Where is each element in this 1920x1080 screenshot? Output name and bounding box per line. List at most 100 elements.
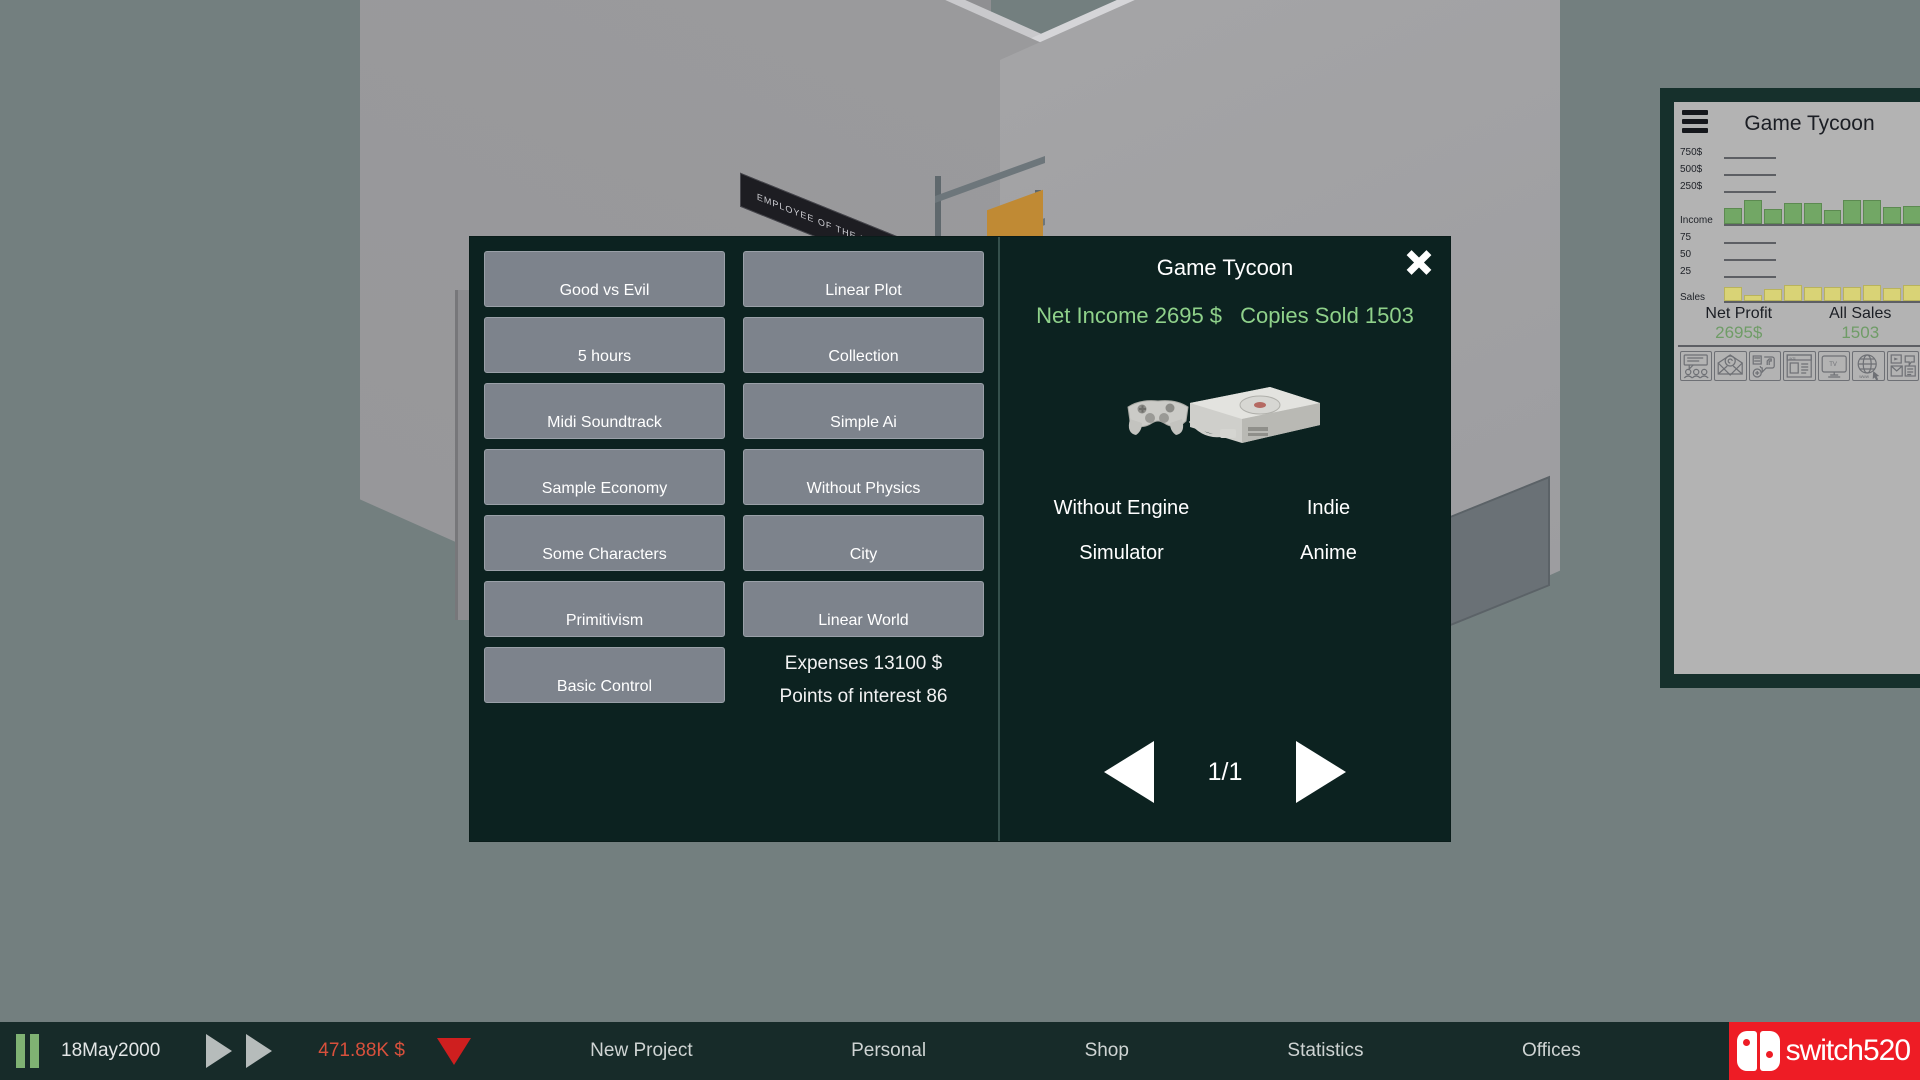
arrow-right-icon[interactable] [1296, 741, 1347, 803]
sales-bar [1843, 286, 1862, 301]
game-date: 18May2000 [61, 1040, 161, 1061]
feature-button-city[interactable]: City [743, 515, 984, 571]
net-profit-label: Net Profit [1705, 305, 1773, 322]
menu-item-new-project[interactable]: New Project [590, 1040, 692, 1062]
menu-item-shop[interactable]: Shop [1085, 1040, 1129, 1062]
svg-text:ads: ads [1789, 356, 1795, 361]
points-of-interest-label: Points of interest 86 [779, 686, 948, 708]
hamburger-icon[interactable] [1682, 110, 1708, 137]
copies-sold-value: Copies Sold 1503 [1240, 303, 1414, 328]
income-bar [1903, 206, 1920, 224]
game-features-panel: Good vs Evil Linear Plot 5 hours Collect… [470, 237, 1000, 841]
project-summary: Expenses 13100 $ Points of interest 86 [743, 647, 984, 714]
menu-item-personal[interactable]: Personal [851, 1040, 926, 1062]
switch520-watermark: switch520 [1728, 1022, 1920, 1080]
taskbar-menu: New Project Personal Shop Statistics Off… [471, 1040, 1920, 1062]
forum-icon[interactable] [1680, 351, 1713, 381]
media-campaign-icon[interactable] [1886, 351, 1919, 381]
feature-button-linear-world[interactable]: Linear World [743, 581, 984, 637]
fast-forward-icon[interactable] [246, 1034, 273, 1068]
money-balance: 471.88K $ [318, 1040, 405, 1061]
all-sales-value: 1503 [1841, 323, 1880, 342]
net-income-value: Net Income 2695 $ [1036, 303, 1223, 328]
feature-button-collection[interactable]: Collection [743, 317, 984, 373]
genre-simulator: Simulator [1079, 542, 1164, 564]
feature-button-5-hours[interactable]: 5 hours [484, 317, 725, 373]
genre-engine: Without Engine [1053, 497, 1190, 519]
play-icon[interactable] [206, 1034, 233, 1068]
axis-label-income: Income [1680, 215, 1713, 226]
sales-bar [1763, 289, 1782, 301]
genre-anime: Anime [1300, 542, 1357, 564]
axis-label-500: 500$ [1680, 164, 1703, 175]
pause-icon[interactable] [16, 1034, 39, 1068]
income-bars [1724, 196, 1920, 226]
watermark-text: switch520 [1785, 1034, 1911, 1067]
feature-button-simple-ai[interactable]: Simple Ai [743, 383, 984, 439]
feature-button-linear-plot[interactable]: Linear Plot [743, 251, 984, 307]
axis-label-50: 50 [1680, 249, 1692, 260]
axis-label-sales: Sales [1680, 292, 1706, 303]
axis-label-250: 250$ [1680, 181, 1703, 192]
playstation-console-icon [1120, 359, 1330, 469]
axis-tick-25: 25 [1678, 260, 1920, 278]
feature-button-good-vs-evil[interactable]: Good vs Evil [484, 251, 725, 307]
axis-label-750: 750$ [1680, 147, 1703, 158]
web-www-icon[interactable]: www [1852, 351, 1885, 381]
page-indicator: 1/1 [1207, 757, 1243, 786]
feature-button-grid: Good vs Evil Linear Plot 5 hours Collect… [484, 251, 984, 714]
feature-button-primitivism[interactable]: Primitivism [484, 581, 725, 637]
newspaper-ad-icon[interactable]: ads [1783, 351, 1816, 381]
email-icon[interactable] [1714, 351, 1747, 381]
income-bar [1724, 208, 1742, 224]
sales-bars [1724, 281, 1920, 303]
game-report-modal: Good vs Evil Linear Plot 5 hours Collect… [470, 237, 1450, 841]
income-bar [1743, 199, 1762, 224]
menu-item-offices[interactable]: Offices [1522, 1040, 1581, 1062]
feature-button-some-characters[interactable]: Some Characters [484, 515, 725, 571]
feature-button-midi-soundtrack[interactable]: Midi Soundtrack [484, 383, 725, 439]
income-bar [1843, 200, 1862, 224]
income-bar [1883, 206, 1902, 224]
arrow-left-icon[interactable] [1103, 741, 1154, 803]
axis-tick-750: 750$ [1678, 141, 1920, 159]
genre-tag-grid: Without Engine Indie Simulator Anime [1018, 497, 1432, 565]
page-navigation: 1/1 [1000, 741, 1450, 803]
income-bar-row: Income [1678, 192, 1920, 226]
svg-text:TV: TV [1829, 362, 1837, 368]
social-media-icon[interactable] [1748, 351, 1782, 381]
game-result-panel: Game Tycoon Net Income 2695 $ Copies Sol… [1000, 237, 1450, 841]
income-bar [1803, 202, 1822, 224]
sales-bar [1823, 286, 1842, 301]
sales-bar [1883, 287, 1902, 301]
triangle-down-icon[interactable] [436, 1037, 471, 1065]
feature-button-basic-control[interactable]: Basic Control [484, 647, 725, 703]
axis-tick-500: 500$ [1678, 158, 1920, 176]
expenses-label: Expenses 13100 $ [784, 653, 943, 674]
sales-bar [1863, 285, 1882, 301]
income-bar [1783, 202, 1802, 224]
axis-tick-50: 50 [1678, 243, 1920, 261]
bottom-taskbar: 18May2000 471.88K $ New Project Personal… [0, 1022, 1920, 1080]
axis-tick-250: 250$ [1678, 175, 1920, 193]
nintendo-switch-icon [1736, 1031, 1780, 1071]
statistics-sidebar: Game Tycoon 750$ 500$ 250$ Income 75 50 [1660, 88, 1920, 688]
close-icon[interactable] [1402, 245, 1436, 279]
feature-button-sample-economy[interactable]: Sample Economy [484, 449, 725, 505]
all-sales-label: All Sales [1829, 305, 1892, 322]
axis-label-25: 25 [1680, 266, 1692, 277]
svg-text:www: www [1859, 374, 1869, 379]
net-profit-value: 2695$ [1715, 323, 1763, 342]
menu-item-statistics[interactable]: Statistics [1287, 1040, 1363, 1062]
sidebar-title: Game Tycoon [1744, 111, 1875, 135]
axis-tick-75: 75 [1678, 226, 1920, 244]
income-bar [1763, 208, 1782, 224]
modal-title: Game Tycoon [1156, 255, 1294, 280]
net-profit-total: Net Profit 2695$ [1678, 305, 1800, 343]
tv-icon[interactable]: TV [1817, 351, 1851, 381]
feature-button-without-physics[interactable]: Without Physics [743, 449, 984, 505]
sales-bar [1803, 286, 1822, 301]
earnings-row: Net Income 2695 $ Copies Sold 1503 [1018, 303, 1432, 329]
statistics-panel: Game Tycoon 750$ 500$ 250$ Income 75 50 [1674, 102, 1920, 674]
income-bar [1823, 209, 1842, 224]
